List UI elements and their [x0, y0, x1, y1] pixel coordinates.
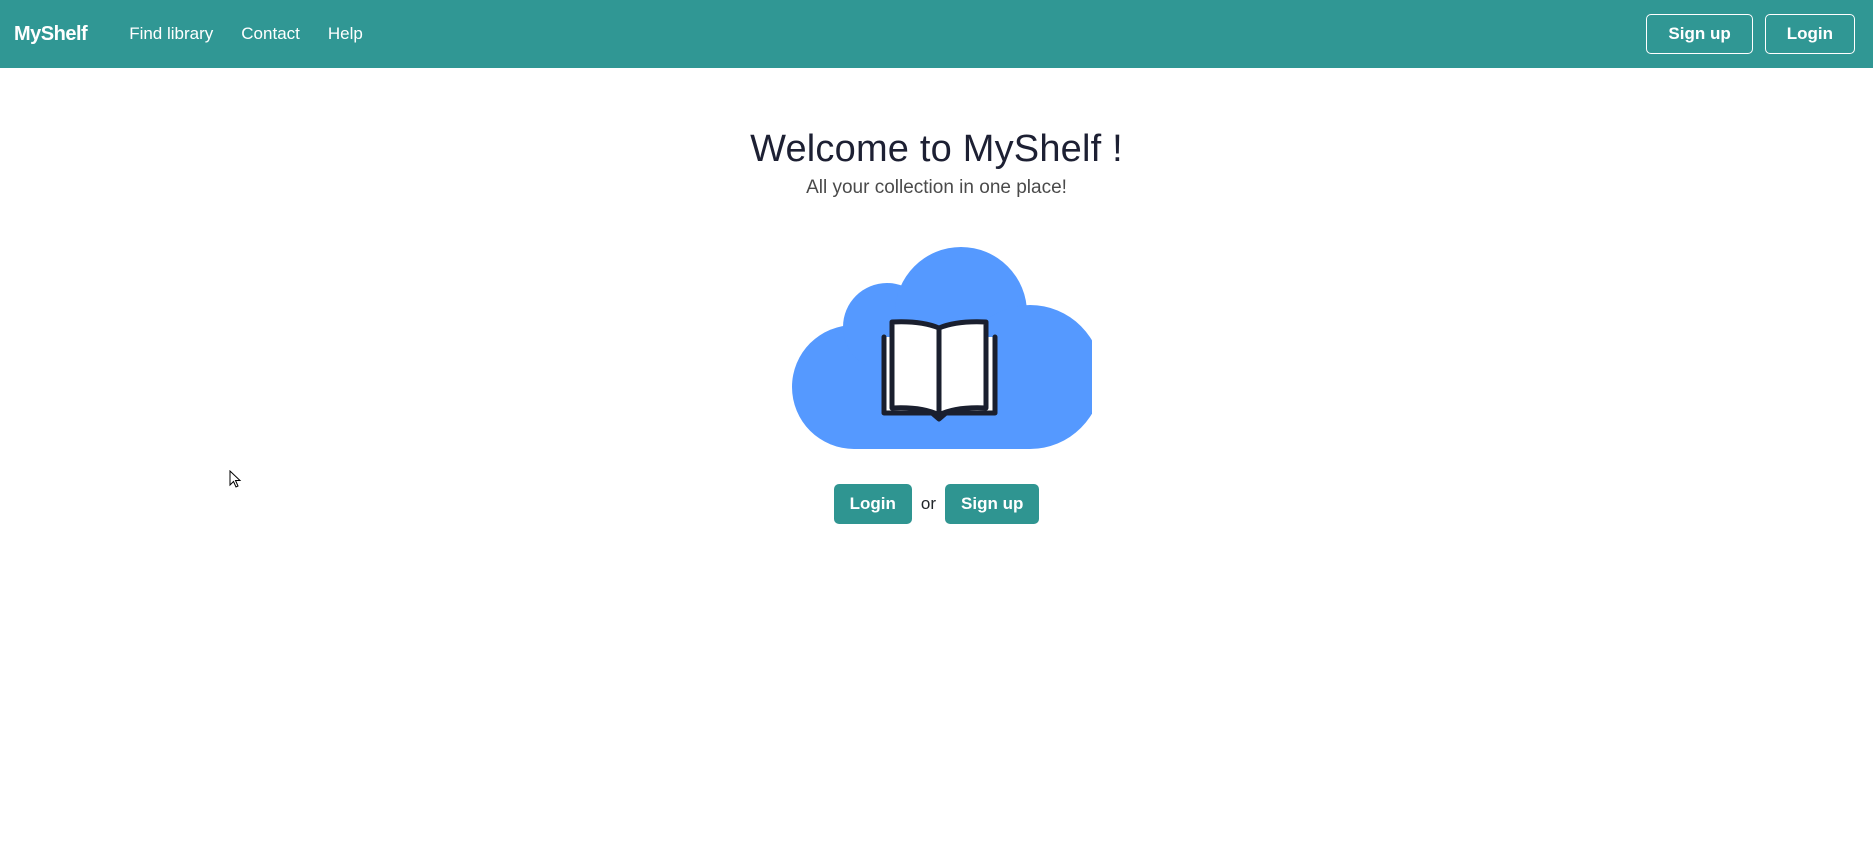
mouse-pointer-icon: [229, 470, 242, 488]
brand-logo[interactable]: MyShelf: [14, 23, 88, 46]
top-navbar: MyShelf Find library Contact Help Sign u…: [0, 0, 1873, 68]
or-separator: or: [920, 494, 937, 513]
signup-button[interactable]: Sign up: [945, 484, 1040, 524]
login-button[interactable]: Login: [833, 484, 912, 524]
page-title: Welcome to MyShelf !: [750, 128, 1123, 170]
nav-link-contact[interactable]: Contact: [241, 24, 300, 44]
hero-section: Welcome to MyShelf ! All your collection…: [0, 128, 1873, 199]
auth-actions: Login or Sign up: [0, 484, 1873, 524]
cloud-book-icon: [782, 245, 1102, 450]
navbar-login-button[interactable]: Login: [1764, 14, 1855, 54]
cloud-book-illustration: [792, 247, 1102, 449]
navbar-signup-button[interactable]: Sign up: [1646, 14, 1753, 54]
nav-link-find-library[interactable]: Find library: [129, 24, 213, 44]
nav-link-help[interactable]: Help: [328, 24, 363, 44]
navbar-auth-buttons: Sign up Login: [1646, 14, 1855, 54]
page-subtitle: All your collection in one place!: [806, 177, 1067, 198]
open-book-icon: [881, 319, 998, 422]
